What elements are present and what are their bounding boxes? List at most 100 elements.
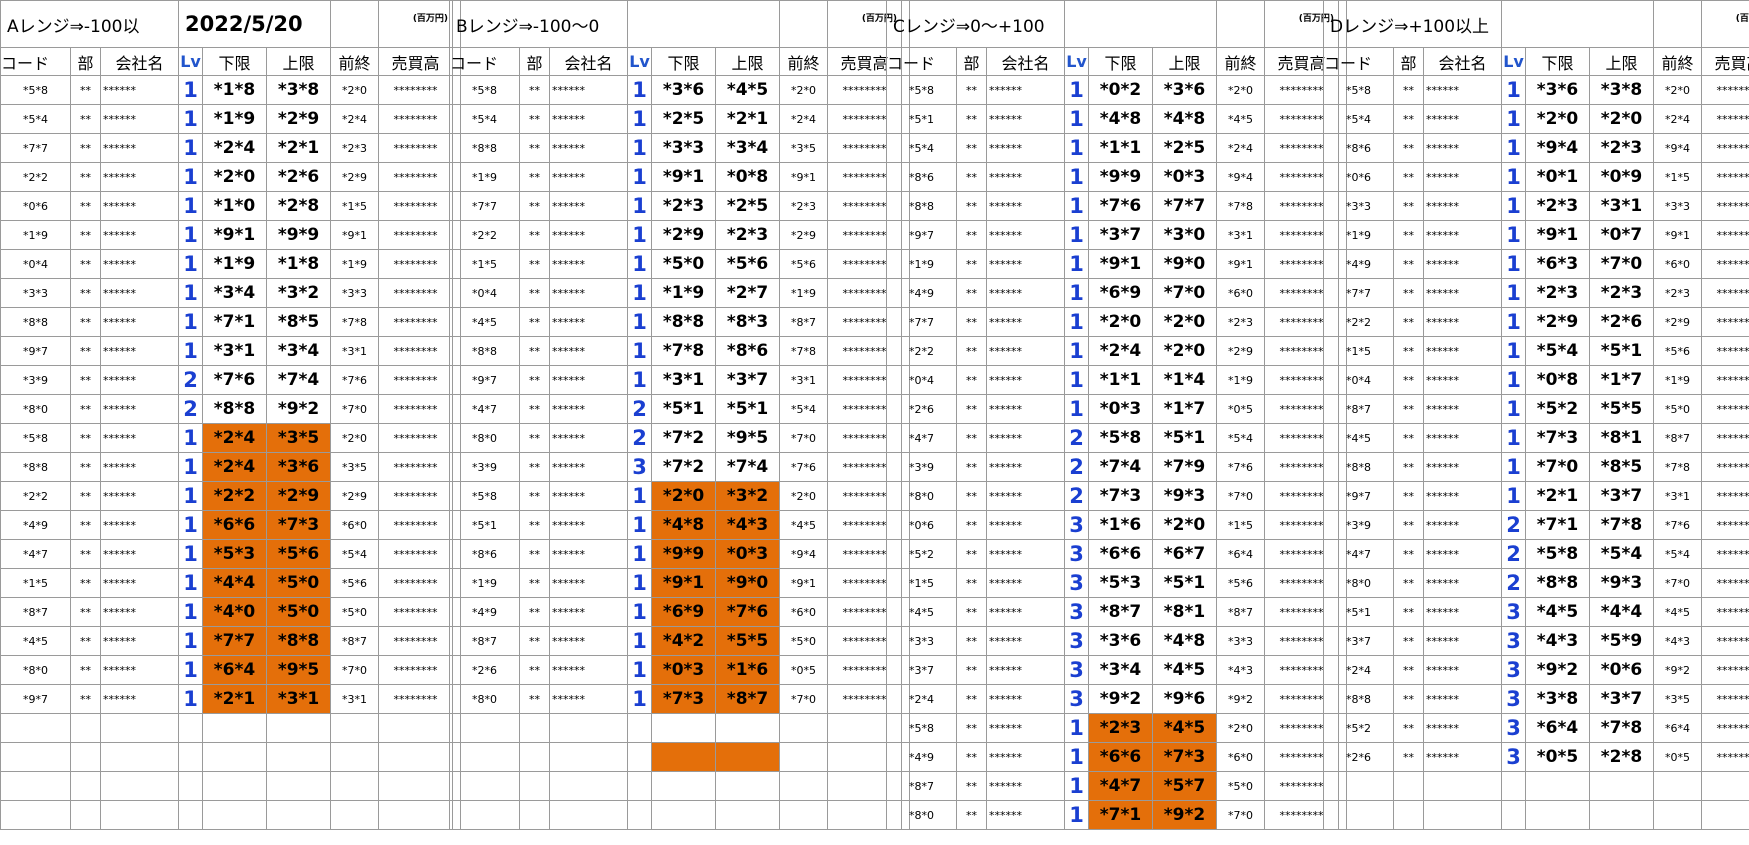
cell-lv[interactable]: 1 [1064,771,1089,801]
cell-name[interactable]: ****** [548,162,629,192]
cell-lv[interactable]: 3 [1064,568,1089,598]
cell-hi[interactable]: *5*9 [1588,626,1655,656]
cell-name[interactable]: ****** [548,365,629,395]
cell-lo[interactable]: *0*3 [651,655,717,685]
cell-sales[interactable]: ******** [378,249,454,279]
cell-code[interactable]: *5*8 [449,75,520,105]
cell-prev[interactable]: *7*8 [779,336,829,366]
cell-bu[interactable]: ** [956,365,987,395]
cell-bu[interactable]: ** [519,104,550,134]
cell-lo[interactable] [202,771,268,801]
cell-bu[interactable]: ** [519,626,550,656]
cell-code[interactable]: *9*7 [449,365,520,395]
cell-bu[interactable]: ** [1393,249,1424,279]
cell-name[interactable]: ****** [99,684,180,714]
cell-prev[interactable]: *1*5 [1216,510,1266,540]
cell-bu[interactable]: ** [1393,365,1424,395]
cell-prev[interactable]: *5*4 [330,539,380,569]
cell-hi[interactable]: *2*6 [1588,307,1655,337]
cell-code[interactable]: *8*7 [449,626,520,656]
cell-bu[interactable]: ** [519,133,550,163]
cell-prev[interactable]: *2*4 [779,104,829,134]
cell-hi[interactable]: *3*1 [1588,191,1655,221]
cell-lv[interactable]: 1 [178,104,204,134]
cell-prev[interactable]: *2*0 [1653,75,1703,105]
cell-name[interactable]: ****** [986,771,1065,801]
cell-code[interactable] [449,713,520,743]
cell-bu[interactable]: ** [956,742,987,772]
cell-hi[interactable]: *1*4 [1151,365,1218,395]
cell-lv[interactable]: 1 [1501,133,1526,163]
cell-hi[interactable]: *9*2 [266,394,332,424]
cell-code[interactable]: *7*7 [886,307,957,337]
cell-bu[interactable]: ** [956,394,987,424]
cell-code[interactable]: *4*5 [0,626,71,656]
cell-hi[interactable]: *2*3 [1588,278,1655,308]
cell-prev[interactable]: *7*8 [1216,191,1266,221]
cell-lo[interactable] [1525,800,1590,830]
cell-lo[interactable]: *1*9 [202,104,268,134]
cell-prev[interactable]: *3*5 [330,452,380,482]
cell-bu[interactable]: ** [1393,684,1424,714]
cell-lv[interactable]: 1 [1064,133,1089,163]
cell-lo[interactable]: *2*2 [202,481,268,511]
cell-name[interactable]: ****** [1423,365,1502,395]
cell-bu[interactable]: ** [70,481,101,511]
cell-lo[interactable]: *0*3 [1088,394,1153,424]
cell-bu[interactable]: ** [956,75,987,105]
cell-hi[interactable]: *5*0 [266,568,332,598]
cell-name[interactable]: ****** [548,655,629,685]
cell-bu[interactable]: ** [1393,75,1424,105]
cell-bu[interactable]: ** [519,191,550,221]
cell-lv[interactable]: 1 [178,162,204,192]
cell-bu[interactable]: ** [70,423,101,453]
cell-lo[interactable]: *7*3 [1088,481,1153,511]
cell-code[interactable]: *7*7 [1323,278,1394,308]
cell-prev[interactable]: *9*1 [779,162,829,192]
cell-name[interactable]: ****** [548,307,629,337]
cell-prev[interactable]: *6*4 [1216,539,1266,569]
cell-bu[interactable]: ** [70,75,101,105]
cell-name[interactable]: ****** [99,220,180,250]
cell-lo[interactable]: *9*9 [651,539,717,569]
cell-sales[interactable] [1701,771,1749,801]
cell-prev[interactable]: *8*7 [779,307,829,337]
cell-hi[interactable]: *2*0 [1151,307,1218,337]
cell-name[interactable]: ****** [99,307,180,337]
cell-name[interactable]: ****** [1423,539,1502,569]
cell-sales[interactable]: ******** [378,278,454,308]
cell-code[interactable]: *0*6 [1323,162,1394,192]
cell-bu[interactable]: ** [956,597,987,627]
cell-hi[interactable]: *1*7 [1588,365,1655,395]
cell-lv[interactable]: 1 [627,481,653,511]
cell-bu[interactable]: ** [519,162,550,192]
cell-prev[interactable]: *1*9 [1653,365,1703,395]
cell-lv[interactable]: 2 [1501,568,1526,598]
cell-lo[interactable] [651,771,717,801]
cell-name[interactable]: ****** [548,481,629,511]
cell-prev[interactable]: *7*6 [779,452,829,482]
cell-lv[interactable]: 3 [627,452,653,482]
cell-bu[interactable]: ** [1393,336,1424,366]
cell-name[interactable]: ****** [986,800,1065,830]
cell-prev[interactable]: *4*5 [779,510,829,540]
cell-name[interactable]: ****** [986,539,1065,569]
cell-bu[interactable]: ** [519,394,550,424]
cell-lo[interactable]: *6*6 [1088,742,1153,772]
cell-hi[interactable]: *9*6 [1151,684,1218,714]
cell-prev[interactable]: *2*0 [779,75,829,105]
cell-bu[interactable]: ** [70,452,101,482]
cell-lo[interactable]: *2*4 [202,133,268,163]
cell-code[interactable]: *2*2 [886,336,957,366]
cell-prev[interactable]: *3*1 [779,365,829,395]
cell-sales[interactable]: ******** [1701,278,1749,308]
cell-lv[interactable]: 1 [178,75,204,105]
cell-prev[interactable]: *2*9 [779,220,829,250]
cell-sales[interactable]: ******** [378,597,454,627]
cell-bu[interactable]: ** [519,568,550,598]
cell-prev[interactable]: *4*3 [1216,655,1266,685]
cell-prev[interactable]: *9*2 [1653,655,1703,685]
cell-name[interactable]: ****** [1423,307,1502,337]
cell-lo[interactable]: *2*9 [651,220,717,250]
cell-lv[interactable]: 1 [1501,481,1526,511]
